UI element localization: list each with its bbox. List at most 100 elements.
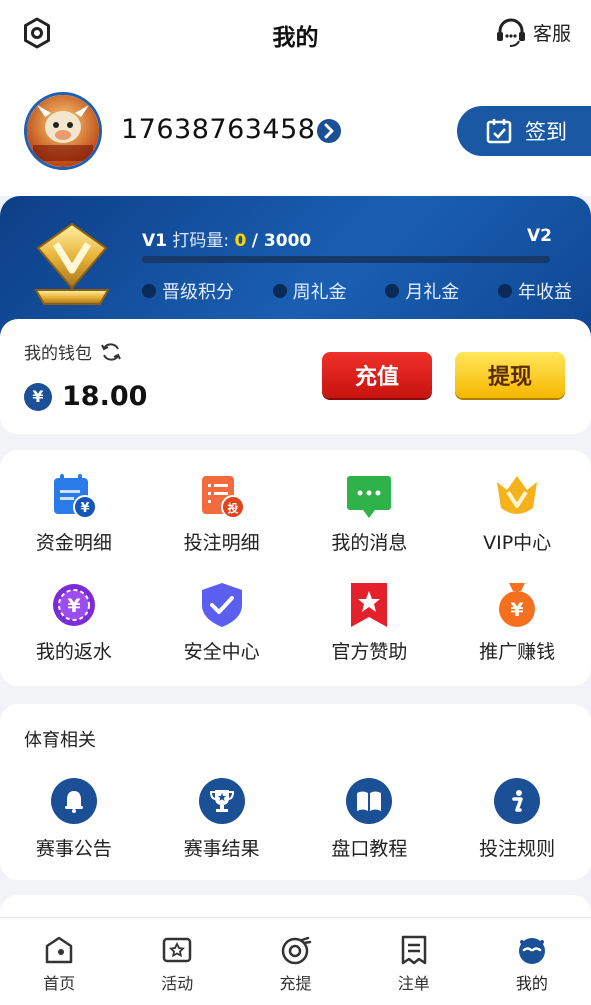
- menu-item-label: 资金明细: [35, 532, 112, 554]
- vip-perk-label: 年收益: [517, 282, 572, 303]
- menu-item-label: 官方赞助: [331, 641, 408, 663]
- bet-details-icon: 投: [201, 476, 245, 519]
- shield-icon: [201, 583, 242, 627]
- withdraw-button[interactable]: 提现: [455, 352, 565, 398]
- svg-text:投: 投: [227, 501, 238, 515]
- tab-profile[interactable]: 我的: [473, 918, 591, 1005]
- menu-item-security[interactable]: 安全中心: [148, 581, 296, 664]
- profile-icon: [518, 938, 545, 964]
- menu-item-fund-details[interactable]: ¥ 资金明细: [0, 472, 148, 555]
- sports-item-announcements[interactable]: 赛事公告: [0, 778, 148, 861]
- tab-home[interactable]: 首页: [0, 918, 118, 1005]
- sign-in-label: 签到: [525, 120, 567, 144]
- menu-item-promotion[interactable]: ¥ 推广赚钱: [443, 581, 591, 664]
- sponsor-icon: [351, 583, 388, 627]
- wallet-balance-row: ¥ 18.00: [24, 381, 147, 412]
- tab-activity[interactable]: 活动: [118, 918, 236, 1005]
- avatar[interactable]: [24, 92, 102, 170]
- sports-item-results[interactable]: 赛事结果: [148, 778, 296, 861]
- menu-item-sponsor[interactable]: 官方赞助: [296, 581, 444, 664]
- vip-betting-label: 打码量:: [172, 231, 230, 251]
- tab-label: 注单: [397, 974, 430, 993]
- vip-level-row: V1 打码量: 0 / 3000 V2: [142, 226, 552, 251]
- menu-item-label: 我的返水: [35, 641, 112, 663]
- home-icon: [45, 936, 73, 964]
- header: 我的 客服: [0, 0, 591, 66]
- perk-dot-icon: [142, 284, 156, 298]
- vip-perks: 晋级积分 周礼金 月礼金 年收益: [142, 278, 572, 304]
- vip-perk: 周礼金: [272, 278, 347, 304]
- sports-item-label: 赛事结果: [183, 838, 260, 860]
- perk-dot-icon: [272, 284, 287, 298]
- sign-in-button[interactable]: 签到: [457, 106, 591, 156]
- vip-badge-icon: [34, 222, 110, 305]
- customer-service-button[interactable]: 客服: [495, 16, 571, 48]
- perk-dot-icon: [385, 284, 400, 298]
- vip-progress-bar: [142, 256, 550, 263]
- orders-icon: [401, 935, 426, 965]
- sports-item-label: 赛事公告: [35, 838, 112, 860]
- vip-perk: 晋级积分: [142, 278, 234, 304]
- vip-current-level: V1: [142, 231, 167, 251]
- tab-orders[interactable]: 注单: [355, 918, 473, 1005]
- refresh-icon[interactable]: [100, 341, 122, 363]
- svg-text:¥: ¥: [511, 599, 524, 621]
- vip-center-icon: [497, 476, 538, 514]
- user-phone: 17638763458: [121, 114, 316, 145]
- tab-label: 充提: [279, 974, 312, 993]
- vip-betting-current: 0: [234, 231, 247, 251]
- fund-details-icon: ¥: [53, 474, 97, 519]
- sports-item-tutorial[interactable]: 盘口教程: [296, 778, 444, 861]
- perk-dot-icon: [497, 284, 512, 298]
- activity-icon: [163, 937, 192, 963]
- menu-item-label: 投注明细: [183, 532, 260, 554]
- vip-perk-label: 周礼金: [292, 282, 347, 303]
- wallet-label-row: 我的钱包: [24, 339, 122, 364]
- sports-item-rules[interactable]: 投注规则: [443, 778, 591, 861]
- book-icon: [346, 778, 393, 824]
- vip-perk-label: 月礼金: [405, 282, 460, 303]
- bottom-tab-bar: 首页 活动 充提 注单 我的: [0, 917, 591, 1005]
- vip-perk: 月礼金: [385, 278, 459, 304]
- tab-deposit[interactable]: 充提: [236, 918, 354, 1005]
- tab-label: 我的: [515, 974, 548, 993]
- feature-menu: ¥ 资金明细 投 投注明细 我的消息 VIP中心 ¥ 我的返水 安全中心 官方赞…: [0, 450, 591, 686]
- menu-item-label: VIP中心: [483, 532, 552, 554]
- menu-item-rebate[interactable]: ¥ 我的返水: [0, 581, 148, 664]
- menu-item-label: 推广赚钱: [479, 641, 556, 663]
- vip-betting-progress: V1 打码量: 0 / 3000: [142, 226, 311, 251]
- yen-coin-icon: ¥: [24, 382, 52, 411]
- svg-text:¥: ¥: [80, 501, 89, 516]
- menu-item-vip-center[interactable]: VIP中心: [443, 472, 591, 555]
- menu-item-label: 安全中心: [183, 641, 260, 663]
- messages-icon: [347, 476, 392, 518]
- menu-item-label: 我的消息: [331, 532, 408, 554]
- trophy-icon: [198, 778, 245, 824]
- profile-section: 17638763458 签到: [0, 66, 591, 196]
- avatar-image-icon: [27, 95, 99, 167]
- sports-item-label: 投注规则: [479, 838, 556, 860]
- headset-icon: [496, 18, 525, 47]
- wallet-balance: 18.00: [62, 381, 148, 412]
- vip-perk-label: 晋级积分: [162, 282, 234, 303]
- wallet-card: 我的钱包 ¥ 18.00 充值 提现: [0, 319, 591, 434]
- bell-icon: [50, 778, 97, 824]
- recharge-button[interactable]: 充值: [322, 352, 432, 398]
- sports-item-label: 盘口教程: [331, 838, 408, 860]
- vip-next-level: V2: [527, 226, 552, 246]
- vip-betting-target: / 3000: [251, 231, 312, 251]
- sports-section-title: 体育相关: [24, 730, 96, 751]
- menu-item-bet-details[interactable]: 投 投注明细: [148, 472, 296, 555]
- sports-section: 体育相关 赛事公告 赛事结果 盘口教程 投注规则: [0, 704, 591, 880]
- rebate-icon: ¥: [52, 584, 95, 626]
- svg-text:¥: ¥: [67, 595, 80, 617]
- promotion-icon: ¥: [499, 583, 536, 627]
- vip-perk: 年收益: [497, 278, 572, 304]
- chevron-right-icon[interactable]: [316, 118, 342, 144]
- wallet-label: 我的钱包: [24, 344, 92, 364]
- tab-label: 首页: [43, 974, 76, 993]
- menu-item-messages[interactable]: 我的消息: [296, 472, 444, 555]
- tab-label: 活动: [161, 974, 194, 993]
- info-icon: [494, 778, 541, 824]
- calendar-check-icon: [486, 119, 512, 144]
